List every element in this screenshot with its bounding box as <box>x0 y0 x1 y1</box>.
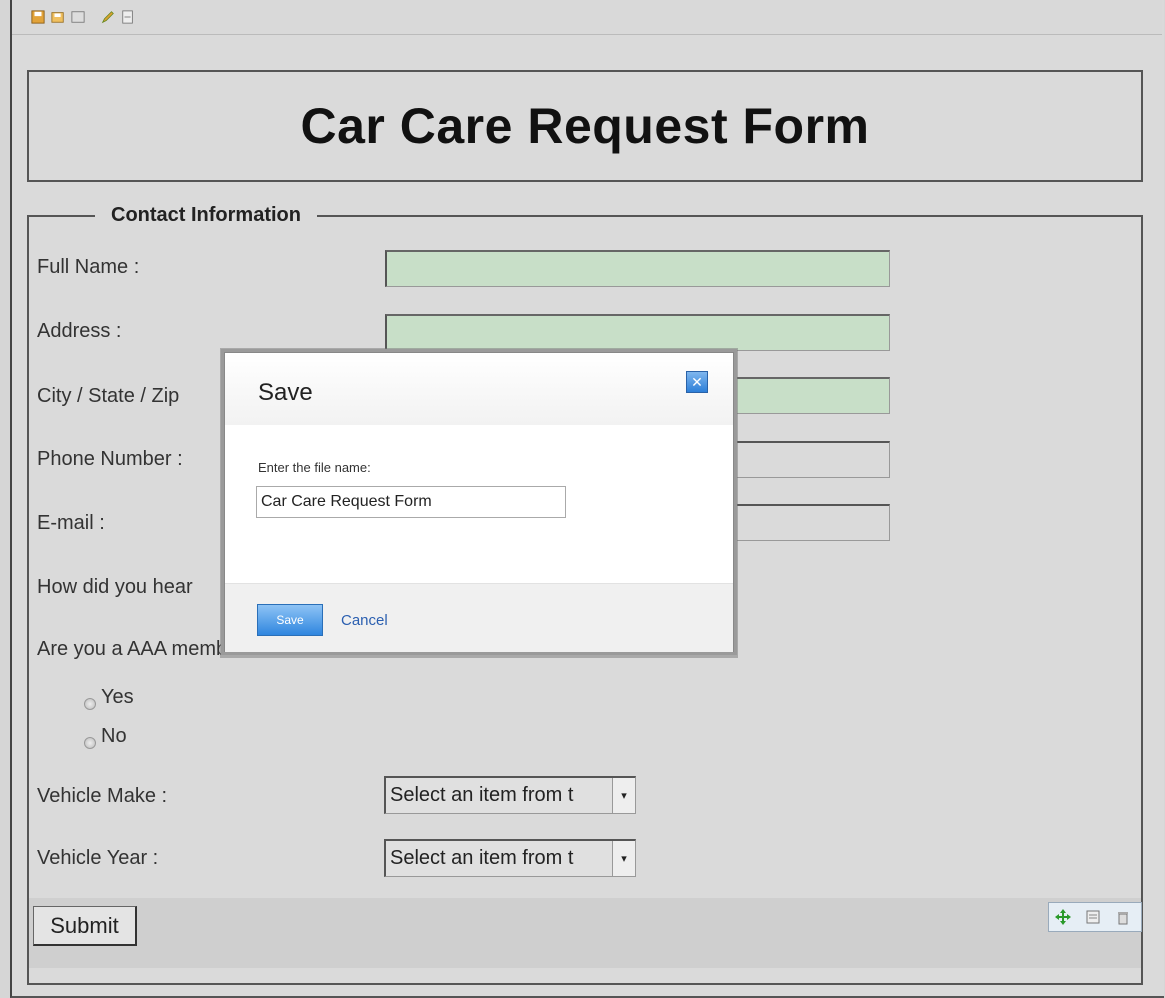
save-dialog: Save ✕ Enter the file name: Save Cancel <box>224 352 734 652</box>
aaa-no-label: No <box>101 725 127 747</box>
address-label: Address : <box>37 320 122 342</box>
vehicle-year-value: Select an item from t <box>390 847 574 869</box>
how-heard-label: How did you hear <box>37 576 193 598</box>
dialog-cancel-link[interactable]: Cancel <box>341 612 388 629</box>
file-name-prompt: Enter the file name: <box>258 460 371 475</box>
delete-icon[interactable] <box>1109 904 1137 930</box>
preview-icon[interactable] <box>70 10 86 24</box>
vehicle-make-select[interactable]: Select an item from t ▾ <box>384 776 636 814</box>
chevron-down-icon[interactable]: ▾ <box>612 841 635 876</box>
form-icon[interactable] <box>120 10 136 24</box>
full-name-field[interactable] <box>385 250 890 287</box>
control-toolbar <box>1048 902 1142 932</box>
move-icon[interactable] <box>1049 904 1077 930</box>
file-name-input[interactable] <box>256 486 566 518</box>
form-button-bar <box>29 898 1141 968</box>
form-title: Car Care Request Form <box>300 98 870 154</box>
dialog-body: Enter the file name: <box>225 425 733 583</box>
email-label: E-mail : <box>37 512 105 534</box>
dialog-footer: Save Cancel <box>225 583 733 652</box>
aaa-no-radio[interactable] <box>84 737 96 749</box>
edit-icon[interactable] <box>100 10 116 24</box>
save-icon[interactable] <box>30 10 46 24</box>
vehicle-make-label: Vehicle Make : <box>37 785 168 807</box>
phone-label: Phone Number : <box>37 448 183 470</box>
form-title-box: Car Care Request Form <box>27 70 1143 182</box>
dialog-title: Save <box>258 379 313 406</box>
city-state-zip-label: City / State / Zip <box>37 385 180 407</box>
vehicle-year-select[interactable]: Select an item from t ▾ <box>384 839 636 877</box>
aaa-yes-radio[interactable] <box>84 698 96 710</box>
submit-button[interactable]: Submit <box>33 906 137 946</box>
chevron-down-icon[interactable]: ▾ <box>612 778 635 813</box>
aaa-yes-label: Yes <box>101 686 134 708</box>
properties-icon[interactable] <box>1079 904 1107 930</box>
address-field[interactable] <box>385 314 890 351</box>
dialog-header: Save ✕ <box>225 353 733 426</box>
vehicle-make-value: Select an item from t <box>390 784 574 806</box>
section-title: Contact Information <box>95 204 317 227</box>
save-as-icon[interactable] <box>50 10 66 24</box>
vehicle-year-label: Vehicle Year : <box>37 847 159 869</box>
designer-toolbar <box>12 0 1162 35</box>
dialog-save-button[interactable]: Save <box>257 604 323 636</box>
full-name-label: Full Name : <box>37 256 140 278</box>
close-icon[interactable]: ✕ <box>686 371 708 393</box>
